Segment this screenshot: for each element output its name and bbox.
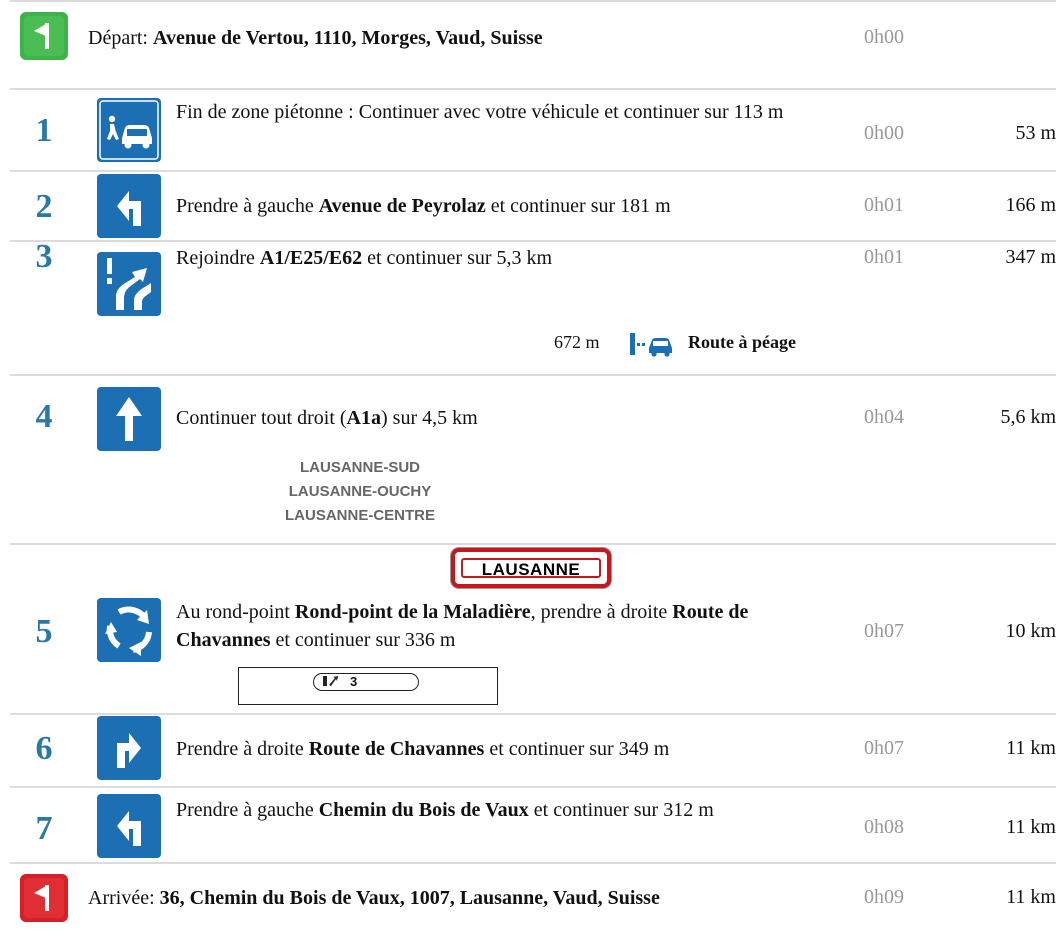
exit-pill: 3 (313, 673, 419, 691)
arrival-distance: 11 km (1006, 886, 1056, 908)
step-number: 7 (35, 810, 53, 847)
road-name: A1/E25/E62 (259, 247, 363, 269)
road-name: Route de Chavannes (308, 738, 485, 760)
step-time: 0h00 (864, 122, 904, 144)
step-distance: 5,6 km (1000, 406, 1056, 428)
destination-sign: LAUSANNE (451, 548, 611, 588)
step-number: 2 (35, 188, 53, 225)
step-number: 5 (35, 613, 53, 650)
exit-icon (323, 676, 338, 686)
direction-panel: LAUSANNE-SUD LAUSANNE-OUCHY LAUSANNE-CEN… (250, 456, 470, 528)
step-number: 6 (35, 730, 53, 767)
straight-arrow-icon (97, 387, 161, 451)
step-time: 0h01 (864, 194, 904, 216)
turn-left-icon (97, 174, 161, 238)
direction-label: LAUSANNE-CENTRE (285, 507, 435, 524)
separator (10, 240, 1056, 242)
separator (10, 374, 1056, 376)
start-time: 0h00 (864, 26, 904, 48)
pedestrian-zone-end-icon (97, 98, 161, 162)
start-flag-icon (20, 12, 68, 60)
step-time: 0h08 (864, 816, 904, 838)
road-name: A1a (346, 407, 381, 429)
step-instruction: Prendre à gauche Chemin du Bois de Vaux … (176, 799, 714, 821)
roundabout-icon (97, 598, 161, 662)
road-name: Avenue de Peyrolaz (318, 195, 486, 217)
arrival-label: Arrivée: (88, 887, 155, 909)
start-label: Départ: (88, 27, 148, 49)
separator (10, 862, 1056, 864)
separator (10, 786, 1056, 788)
separator (10, 0, 1056, 2)
merge-icon (97, 252, 161, 316)
step-distance: 11 km (1006, 737, 1056, 759)
start-address: Avenue de Vertou, 1110, Morges, Vaud, Su… (152, 27, 543, 49)
arrival-flag-icon (20, 874, 68, 922)
arrival-text: Arrivée: 36, Chemin du Bois de Vaux, 100… (88, 884, 848, 912)
exit-number: 3 (350, 674, 358, 689)
toll-label: Route à péage (688, 332, 796, 352)
turn-right-icon (97, 716, 161, 780)
road-name: Rond-point de la Maladière (294, 601, 531, 623)
step-number: 1 (35, 112, 53, 149)
step-time: 0h07 (864, 620, 904, 642)
step-instruction: Rejoindre A1/E25/E62 et continuer sur 5,… (176, 247, 553, 269)
separator (10, 543, 1056, 545)
separator (10, 170, 1056, 172)
step-instruction: Au rond-point Rond-point de la Maladière… (176, 601, 749, 651)
separator (10, 88, 1056, 90)
step-number: 3 (35, 238, 53, 275)
toll-distance: 672 m (554, 332, 600, 352)
arrival-address: 36, Chemin du Bois de Vaux, 1007, Lausan… (159, 887, 660, 909)
step-instruction: Prendre à gauche Avenue de Peyrolaz et c… (176, 195, 671, 217)
turn-left-icon (97, 794, 161, 858)
step-distance: 347 m (1005, 246, 1056, 268)
step-time: 0h04 (864, 406, 904, 428)
step-distance: 11 km (1006, 816, 1056, 838)
step-time: 0h07 (864, 737, 904, 759)
road-name: Chemin du Bois de Vaux (318, 799, 529, 821)
arrival-time: 0h09 (864, 886, 904, 908)
step-distance: 53 m (1015, 122, 1056, 144)
step-distance: 10 km (1005, 620, 1056, 642)
separator (10, 713, 1056, 715)
step-distance: 166 m (1005, 194, 1056, 216)
destination-sign-label: LAUSANNE (461, 558, 601, 579)
step-instruction: Fin de zone piétonne : Continuer avec vo… (176, 101, 784, 123)
exit-sign: 3 (238, 667, 498, 705)
step-instruction: Continuer tout droit (A1a) sur 4,5 km (176, 407, 478, 429)
direction-label: LAUSANNE-OUCHY (288, 483, 432, 500)
direction-label: LAUSANNE-SUD (300, 459, 420, 476)
step-instruction: Prendre à droite Route de Chavannes et c… (176, 738, 670, 760)
step-time: 0h01 (864, 246, 904, 268)
step-number: 4 (35, 398, 53, 435)
toll-road-icon (630, 333, 672, 357)
start-text: Départ: Avenue de Vertou, 1110, Morges, … (88, 24, 848, 52)
